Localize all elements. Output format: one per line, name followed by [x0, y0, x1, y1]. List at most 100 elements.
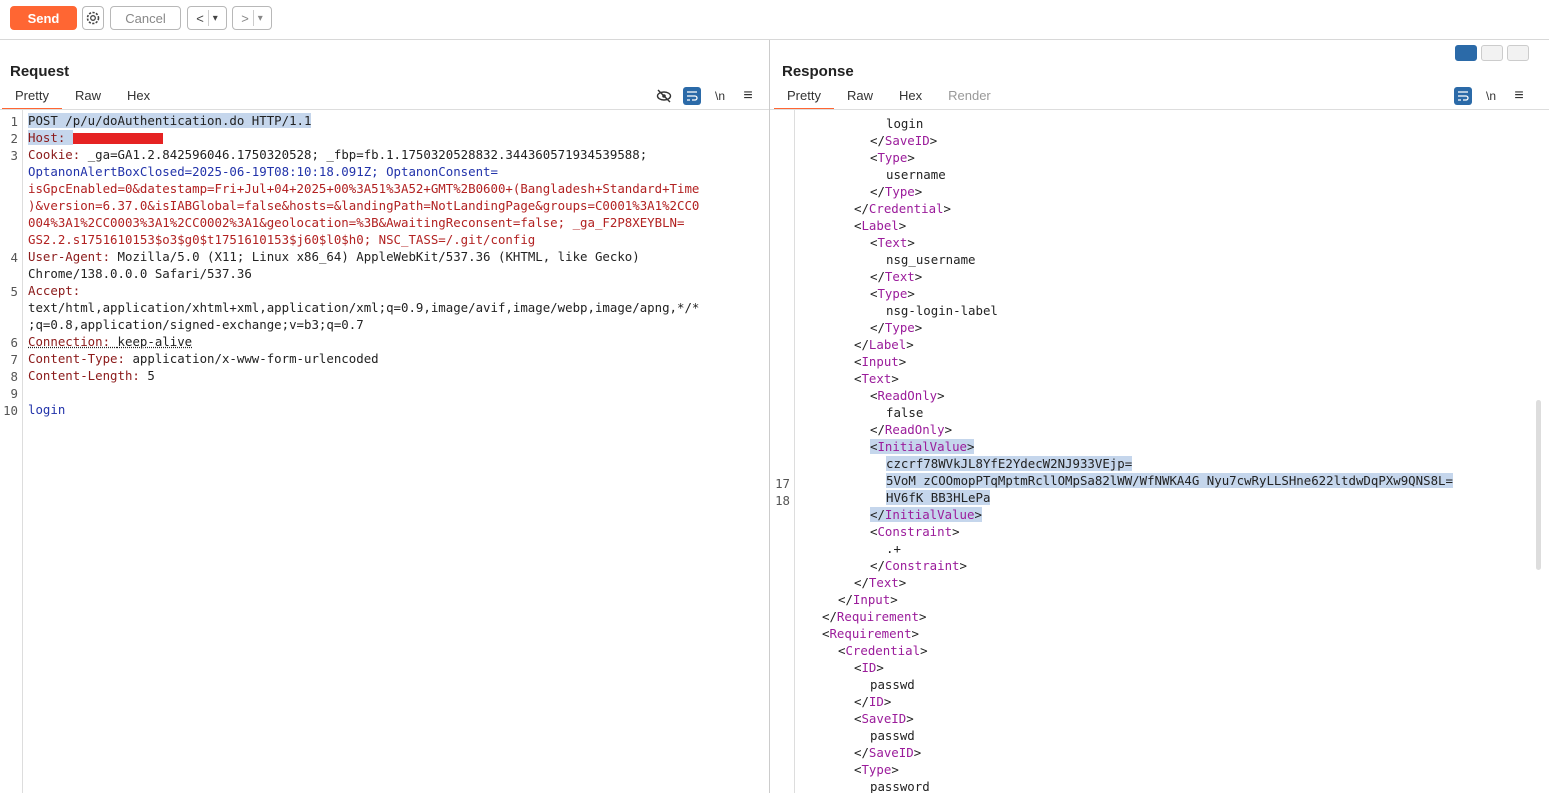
xml-tag: </Constraint> [870, 558, 967, 573]
cancel-button[interactable]: Cancel [110, 6, 181, 30]
response-line: 5VoM zCOOmopPTqMptmRcllOMpSa82lWW/WfNWKA… [886, 472, 1453, 489]
line-number: 4 [10, 250, 18, 265]
wrap-icon[interactable] [1454, 87, 1472, 105]
request-line: ;q=0.8,application/signed-exchange;v=b3;… [28, 316, 364, 333]
response-line: <Type> [854, 761, 899, 778]
tab-pretty[interactable]: Pretty [2, 87, 62, 110]
header-value: application/x-www-form-urlencoded [132, 351, 379, 366]
response-line: <Credential> [838, 642, 928, 659]
newline-icon[interactable]: \n [1482, 87, 1500, 105]
xml-text: HV6fK BB3HLePa [886, 490, 991, 505]
line-number: 6 [10, 335, 18, 350]
xml-tag: </Input> [838, 592, 898, 607]
split-horizontal-icon[interactable] [1455, 45, 1477, 61]
chevron-down-icon[interactable]: ▾ [258, 13, 263, 24]
request-line: POST /p/u/doAuthentication.do HTTP/1.1 [28, 112, 312, 129]
divider [252, 10, 254, 26]
layout-toggle [1455, 45, 1529, 61]
header-value: text/html,application/xhtml+xml,applicat… [28, 300, 700, 315]
request-line: Host: [28, 129, 163, 146]
xml-tag: </Label> [854, 337, 914, 352]
request-line: Cookie: _ga=GA1.2.842596046.1750320528; … [28, 146, 647, 163]
xml-tag: <Requirement> [822, 626, 919, 641]
response-line: <ReadOnly> [870, 387, 945, 404]
xml-text: 5VoM zCOOmopPTqMptmRcllOMpSa82lWW/WfNWKA… [886, 473, 1453, 488]
xml-text: nsg-login-label [886, 303, 998, 318]
eye-slash-icon[interactable] [655, 87, 673, 105]
tab-hex[interactable]: Hex [886, 87, 935, 110]
response-editor[interactable]: 17 18 login </SaveID> <Type> username </Type… [770, 110, 1549, 793]
request-editor[interactable]: 1 2 3 4 5 6 7 8 9 10 POST /p/u/doAuthent… [0, 110, 769, 793]
response-line: </ReadOnly> [870, 421, 952, 438]
xml-text: login [886, 116, 924, 131]
request-line: Content-Type: application/x-www-form-url… [28, 350, 379, 367]
header-key: Content-Type: [28, 351, 133, 366]
header-key: Host: [28, 130, 73, 145]
gear-icon[interactable] [82, 6, 104, 30]
xml-text: passwd [870, 677, 915, 692]
forward-button[interactable]: > ▾ [232, 6, 272, 30]
response-line: </Text> [854, 574, 906, 591]
response-line: </ID> [854, 693, 891, 710]
back-label: < [196, 10, 204, 26]
send-button[interactable]: Send [10, 6, 77, 30]
request-editor-icons: \n ≡ [655, 87, 757, 105]
response-line: <Constraint> [870, 523, 960, 540]
wrap-icon[interactable] [683, 87, 701, 105]
tab-render[interactable]: Render [935, 87, 1004, 110]
request-line: Content-Length: 5 [28, 367, 155, 384]
divider [207, 10, 209, 26]
response-line: czcrf78WVkJL8YfE2YdecW2NJ933VEjp= [886, 455, 1133, 472]
response-line: </SaveID> [870, 132, 937, 149]
menu-icon[interactable]: ≡ [1510, 87, 1528, 105]
xml-tag: </Type> [870, 184, 923, 199]
newline-icon[interactable]: \n [711, 87, 729, 105]
tab-hex[interactable]: Hex [114, 87, 163, 110]
response-line: </Input> [838, 591, 898, 608]
response-line: <Input> [854, 353, 906, 370]
chevron-down-icon[interactable]: ▾ [213, 13, 218, 24]
header-value: ;q=0.8,application/signed-exchange;v=b3;… [28, 317, 364, 332]
tab-pretty[interactable]: Pretty [774, 87, 834, 110]
response-line: username [886, 166, 946, 183]
xml-tag: <Credential> [838, 643, 928, 658]
xml-tag: </SaveID> [854, 745, 922, 760]
xml-tag: <Label> [854, 218, 907, 233]
response-line: </Requirement> [822, 608, 926, 625]
header-key: Content-Length: [28, 368, 148, 383]
response-line: password [870, 778, 930, 793]
tab-raw[interactable]: Raw [834, 87, 886, 110]
response-line: </Text> [870, 268, 922, 285]
back-button[interactable]: < ▾ [187, 6, 227, 30]
menu-icon[interactable]: ≡ [739, 87, 757, 105]
split-vertical-icon[interactable] [1481, 45, 1503, 61]
toolbar: Send Cancel < ▾ > ▾ [0, 0, 1549, 40]
xml-tag: <ID> [854, 660, 884, 675]
request-pane: Request Pretty Raw Hex \n ≡ 1 2 3 4 5 6 … [0, 40, 770, 793]
xml-tag: </Credential> [854, 201, 951, 216]
single-pane-icon[interactable] [1507, 45, 1529, 61]
scrollbar[interactable] [1536, 400, 1541, 570]
response-line: login [886, 115, 923, 132]
request-line: Accept: [28, 282, 80, 299]
response-tabs: Pretty Raw Hex Render [774, 87, 1004, 110]
header-value: Mozilla/5.0 (X11; Linux x86_64) AppleWeb… [117, 249, 640, 264]
line-number: 7 [10, 352, 18, 367]
request-line: User-Agent: Mozilla/5.0 (X11; Linux x86_… [28, 248, 640, 265]
line-number: 5 [10, 284, 18, 299]
tab-raw[interactable]: Raw [62, 87, 114, 110]
response-line: passwd [870, 727, 915, 744]
xml-tag: <InitialValue> [870, 439, 975, 454]
header-key: User-Agent: [28, 249, 118, 264]
cookie-text: )&version=6.37.0&isIABGlobal=false&hosts… [28, 198, 700, 213]
request-line: GS2.2.s1751610153$o3$g0$t1751610153$j60$… [28, 231, 535, 248]
response-line: <ID> [854, 659, 884, 676]
request-line: )&version=6.37.0&isIABGlobal=false&hosts… [28, 197, 699, 214]
xml-tag: </Text> [870, 269, 923, 284]
xml-text: czcrf78WVkJL8YfE2YdecW2NJ933VEjp= [886, 456, 1133, 471]
line-number: 2 [10, 131, 18, 146]
response-line: </Credential> [854, 200, 951, 217]
xml-tag: <Constraint> [870, 524, 960, 539]
line-gutter: 17 18 [770, 110, 795, 793]
cookie-text: OptanonAlertBoxClosed=2025-06-19T08:10:1… [28, 164, 498, 179]
